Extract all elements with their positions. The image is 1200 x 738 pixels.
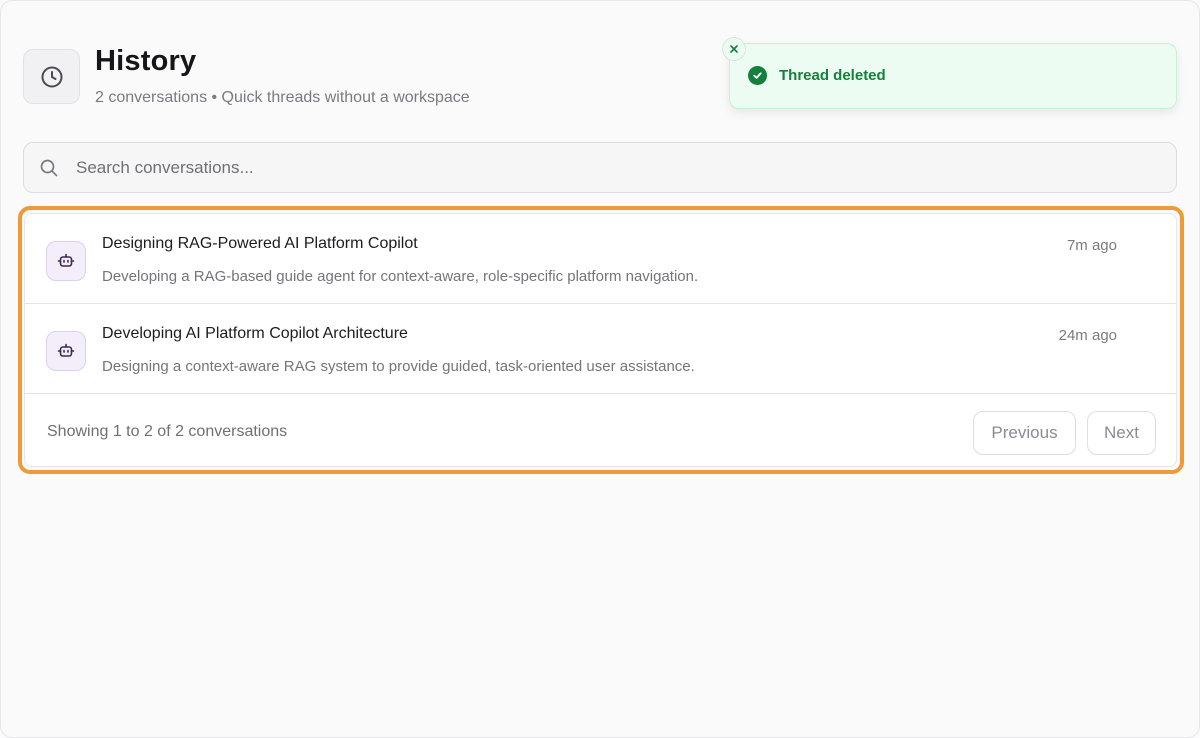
history-page: History 2 conversations • Quick threads … [0, 0, 1200, 738]
page-subtitle: 2 conversations • Quick threads without … [95, 89, 470, 106]
search-icon [40, 159, 58, 177]
close-icon [730, 45, 738, 53]
history-header-icon [23, 49, 80, 104]
toast-close-button[interactable] [722, 37, 746, 61]
toast-message: Thread deleted [779, 67, 886, 84]
highlight-frame [18, 206, 1184, 474]
check-circle-icon [748, 66, 767, 85]
search-input[interactable] [76, 153, 1156, 183]
clock-icon [41, 66, 62, 87]
page-title: History [95, 45, 197, 77]
